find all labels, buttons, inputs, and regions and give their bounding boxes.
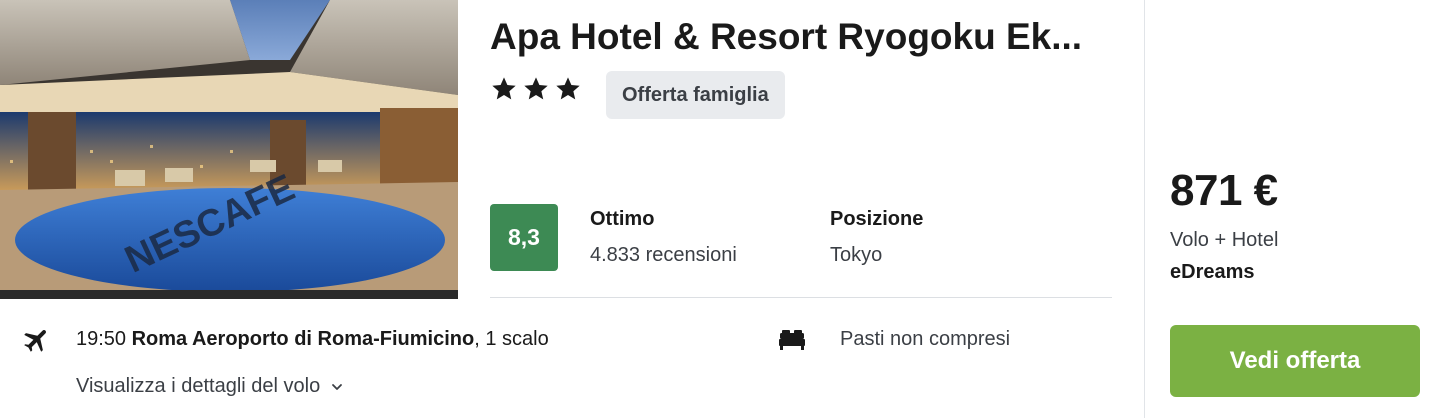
star-icon	[524, 77, 548, 100]
offer-price: 871 €	[1170, 166, 1278, 215]
family-offer-badge: Offerta famiglia	[606, 71, 785, 119]
location-label: Posizione	[830, 208, 924, 230]
bed-icon	[779, 330, 805, 350]
meals-info: Pasti non compresi	[840, 328, 1011, 350]
offer-provider: eDreams	[1170, 261, 1255, 283]
flight-details-label: Visualizza i dettagli del volo	[76, 375, 321, 397]
location-value: Tokyo	[830, 244, 883, 266]
view-offer-button[interactable]: Vedi offerta	[1170, 325, 1420, 397]
star-icon	[492, 77, 516, 100]
flight-summary: 19:50 Roma Aeroporto di Roma-Fiumicino, …	[76, 328, 549, 351]
hotel-photo[interactable]: NESCAFE	[0, 0, 458, 299]
column-divider	[1144, 0, 1145, 418]
plane-icon	[24, 330, 46, 352]
flight-airport: Roma Aeroporto di Roma-Fiumicino	[131, 328, 475, 350]
flight-time: 19:50	[76, 328, 132, 350]
chevron-down-icon	[332, 383, 343, 390]
hotel-offer-card[interactable]: NESCAFE Apa Hotel & Resort Ryogoku Ek...…	[0, 0, 1440, 418]
package-type: Volo + Hotel	[1170, 229, 1279, 251]
review-count[interactable]: 4.833 recensioni	[590, 244, 737, 267]
star-icon	[556, 77, 580, 100]
star-rating	[490, 75, 582, 103]
hotel-name[interactable]: Apa Hotel & Resort Ryogoku Ek...	[490, 16, 1130, 58]
rating-label: Ottimo	[590, 208, 655, 230]
section-divider	[490, 297, 1112, 298]
flight-stops: , 1 scalo	[474, 328, 549, 350]
flight-details-toggle[interactable]: Visualizza i dettagli del volo	[76, 375, 344, 398]
rating-score-badge: 8,3	[490, 204, 558, 271]
